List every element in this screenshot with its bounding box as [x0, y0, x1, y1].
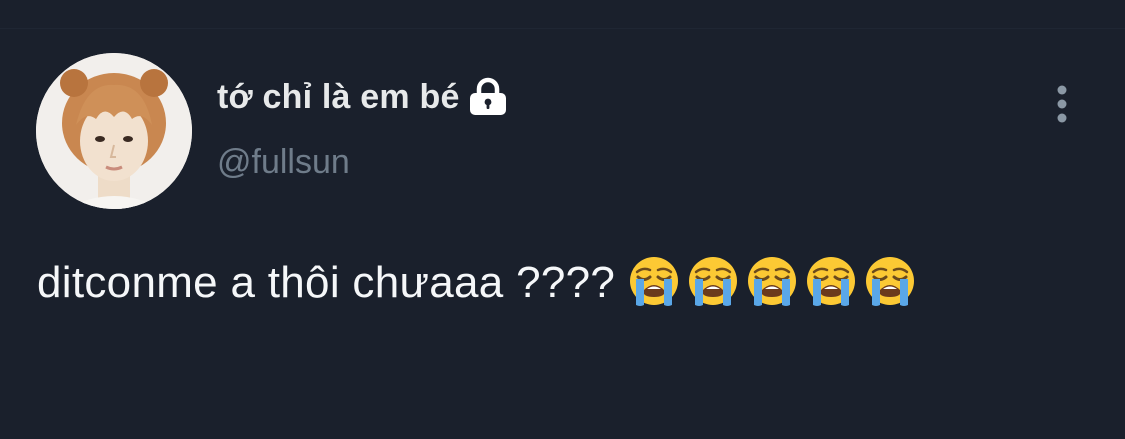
avatar-photo [36, 53, 192, 209]
more-vertical-icon [1057, 85, 1067, 123]
username-handle[interactable]: @fullsun [217, 140, 350, 184]
loudly-crying-face-emoji [687, 255, 739, 307]
loudly-crying-face-emoji [864, 255, 916, 307]
loudly-crying-face-emoji [628, 255, 680, 307]
display-name[interactable]: tớ chỉ là em bé [217, 74, 460, 120]
loudly-crying-face-emoji [805, 255, 857, 307]
tweet-text: ditconme a thôi chưaaa ???? [37, 248, 1047, 318]
tweet-screen: tớ chỉ là em bé @fullsun ditconme a thôi… [0, 0, 1125, 439]
top-divider [0, 28, 1125, 29]
lock-icon [466, 77, 510, 117]
avatar[interactable] [36, 53, 192, 209]
loudly-crying-face-emoji [746, 255, 798, 307]
more-options-button[interactable] [1044, 84, 1080, 124]
tweet-text-content: ditconme a thôi chưaaa ???? [37, 258, 628, 307]
display-name-row[interactable]: tớ chỉ là em bé [217, 74, 510, 120]
emoji-row [628, 255, 923, 307]
